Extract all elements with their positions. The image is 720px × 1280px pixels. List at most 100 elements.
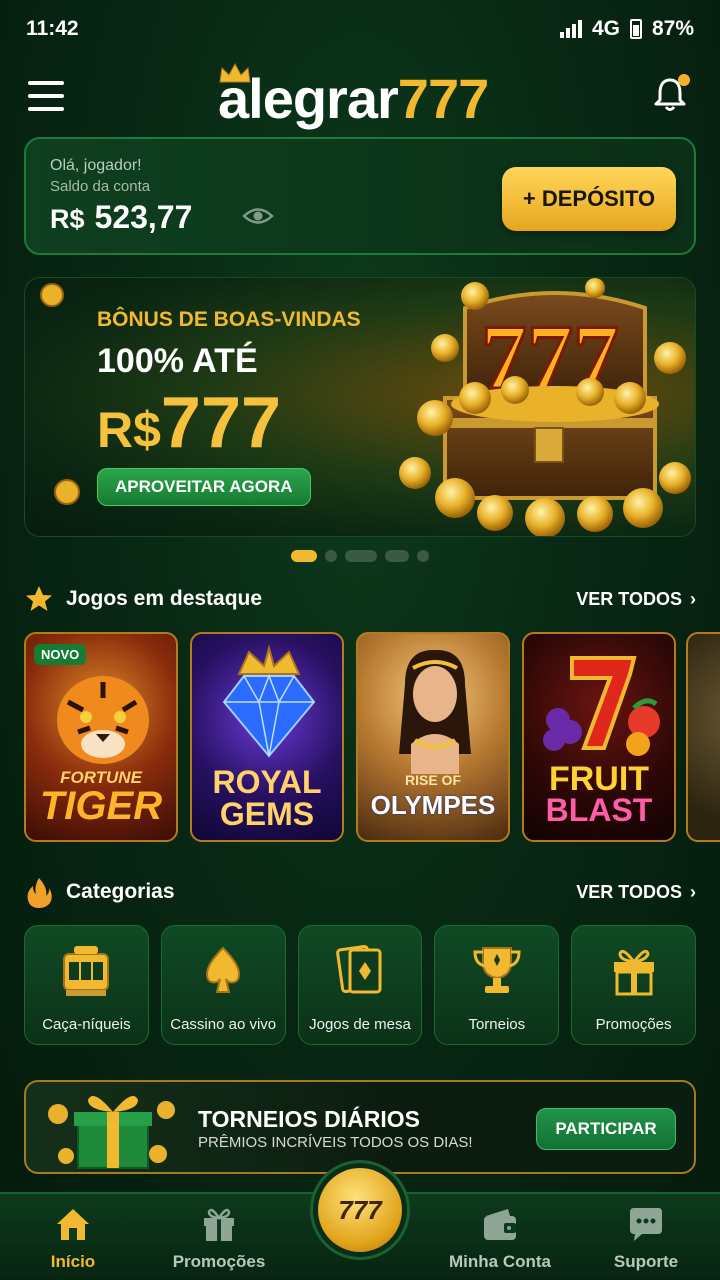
game-card-fortune-tiger[interactable]: NOVO FORTUNE TIGER: [24, 632, 178, 842]
banner-headline: 100% ATÉ: [97, 342, 258, 380]
notification-dot: [678, 74, 690, 86]
category-live-casino[interactable]: Cassino ao vivo: [160, 925, 286, 1045]
categories-title: Categorias: [66, 880, 175, 903]
banner-currency: R$: [97, 402, 161, 458]
carousel-dot[interactable]: [325, 550, 337, 562]
carousel-dot[interactable]: [291, 550, 317, 562]
center-777-label: 777: [318, 1168, 402, 1252]
featured-games-header: Jogos em destaque VER TODOS ›: [24, 582, 696, 616]
star-icon: [26, 586, 52, 611]
chat-icon: [630, 1208, 662, 1241]
carousel-dots: [0, 550, 720, 562]
categories-header: Categorias VER TODOS ›: [24, 875, 696, 909]
nav-support[interactable]: Suporte: [586, 1204, 706, 1280]
game-card-fruit-blast[interactable]: FRUIT BLAST: [522, 632, 676, 842]
greeting: Olá, jogador!: [50, 157, 142, 174]
carousel-dot[interactable]: [417, 550, 429, 562]
category-promotions[interactable]: Promoções: [571, 925, 696, 1045]
treasure-chest-illustration: 777: [399, 278, 691, 536]
balance-currency: R$: [50, 204, 85, 234]
game-card-royal-gems[interactable]: ROYAL GEMS: [190, 632, 344, 842]
balance-value: 523,77: [94, 199, 193, 235]
featured-title: Jogos em destaque: [66, 587, 263, 610]
tournament-subtitle: PRÊMIOS INCRÍVEIS TODOS OS DIAS!: [198, 1134, 473, 1151]
chevron-right-icon: ›: [690, 588, 696, 609]
gift-icon: [613, 949, 654, 996]
battery-level: 87%: [651, 17, 694, 40]
game-title-line2: BLAST: [545, 792, 653, 828]
game-title-line2: OLYMPES: [370, 790, 496, 820]
carousel-dot[interactable]: [345, 550, 377, 562]
network-type: 4G: [591, 17, 620, 40]
status-indicators: 4G 87%: [559, 17, 694, 41]
slot-machine-icon: [63, 946, 110, 996]
game-title-line2: TIGER: [39, 784, 163, 828]
balance-card: Olá, jogador! Saldo da conta R$ 523,77 +…: [24, 137, 696, 255]
banner-amount-value: 777: [160, 383, 282, 463]
balance-amount: R$ 523,77: [50, 199, 192, 236]
nav-label: Minha Conta: [449, 1252, 551, 1271]
deposit-button[interactable]: + DEPÓSITO: [502, 167, 676, 231]
crown-icon: [219, 62, 251, 83]
notifications-button[interactable]: [650, 74, 690, 114]
game-title-line1: RISE OF: [404, 772, 461, 788]
category-label: Caça-níqueis: [42, 1016, 131, 1033]
nav-label: Suporte: [613, 1252, 679, 1271]
center-777-button[interactable]: 777: [310, 1160, 410, 1260]
home-icon: [57, 1209, 89, 1240]
featured-games-row: NOVO FORTUNE TIGER ROYAL GEMS RISE OF OL…: [24, 632, 720, 842]
goddess-icon: [399, 649, 471, 774]
menu-icon[interactable]: [28, 81, 64, 111]
diamond-icon: [222, 644, 316, 758]
logo-number: 777: [397, 67, 489, 130]
tiger-icon: [57, 676, 149, 764]
signal-icon: [559, 20, 582, 38]
category-label: Jogos de mesa: [309, 1016, 411, 1033]
game-card-partial[interactable]: [686, 632, 720, 842]
category-label: Cassino ao vivo: [170, 1016, 277, 1033]
banner-cta-button[interactable]: APROVEITAR AGORA: [97, 468, 311, 506]
nav-home[interactable]: Início: [13, 1204, 133, 1280]
cards-icon: [336, 945, 382, 994]
banner-subtitle: BÔNUS DE BOAS-VINDAS: [97, 308, 361, 331]
coin-icon: [54, 479, 80, 505]
gift-icon: [204, 1208, 234, 1241]
coin-icon: [40, 283, 64, 307]
eye-icon[interactable]: [242, 205, 274, 227]
balance-label: Saldo da conta: [50, 178, 151, 195]
carousel-dot[interactable]: [385, 550, 409, 562]
status-bar: 11:42 4G 87%: [0, 0, 720, 58]
category-label: Promoções: [595, 1016, 672, 1033]
banner-amount: R$ 777: [97, 382, 281, 464]
nav-label: Promoções: [172, 1252, 266, 1271]
nav-label: Início: [50, 1252, 96, 1271]
wallet-icon: [484, 1209, 516, 1240]
status-time: 11:42: [26, 17, 79, 40]
categories-row: Caça-níqueis Cassino ao vivo Jogos de me…: [24, 925, 696, 1045]
game-title-line2: GEMS: [219, 796, 315, 832]
participate-button[interactable]: PARTICIPAR: [536, 1108, 676, 1150]
welcome-bonus-banner[interactable]: 777 BÔNUS DE BOAS-VINDAS 100% ATÉ R$ 777 …: [24, 277, 696, 537]
category-tournaments[interactable]: Torneios: [434, 925, 560, 1045]
spade-icon: [206, 946, 241, 993]
category-slots[interactable]: Caça-níqueis: [24, 925, 149, 1045]
fire-icon: [27, 878, 52, 908]
nav-promotions[interactable]: Promoções: [159, 1204, 279, 1280]
nav-my-account[interactable]: Minha Conta: [440, 1204, 560, 1280]
new-badge: NOVO: [34, 644, 87, 665]
trophy-icon: [473, 947, 521, 993]
lucky-seven-icon: [543, 656, 660, 756]
featured-see-all[interactable]: VER TODOS ›: [576, 589, 696, 610]
tournament-title: TORNEIOS DIÁRIOS: [198, 1106, 420, 1132]
categories-see-all[interactable]: VER TODOS ›: [576, 882, 696, 903]
app-header: alegrar 777: [0, 62, 720, 132]
battery-icon: [629, 19, 642, 39]
game-card-rise-of-olympes[interactable]: RISE OF OLYMPES: [356, 632, 510, 842]
chevron-right-icon: ›: [690, 881, 696, 902]
app-logo[interactable]: alegrar 777: [218, 62, 489, 130]
gift-illustration: [48, 1096, 175, 1169]
categories-see-all-label: VER TODOS: [576, 881, 682, 902]
category-label: Torneios: [468, 1016, 526, 1033]
featured-see-all-label: VER TODOS: [576, 588, 682, 609]
category-table-games[interactable]: Jogos de mesa: [297, 925, 423, 1045]
